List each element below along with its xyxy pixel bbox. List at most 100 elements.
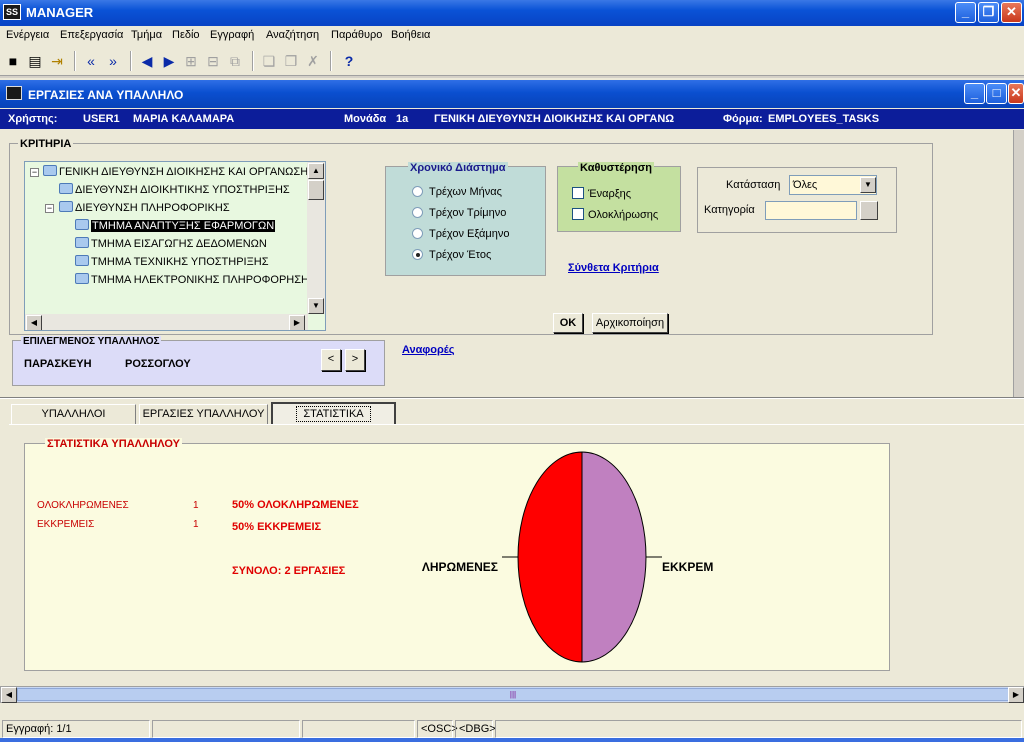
folder-icon — [59, 183, 73, 194]
menu-field[interactable]: Πεδίο — [172, 29, 200, 41]
next-employee-button[interactable]: > — [345, 349, 365, 371]
radio-icon[interactable] — [412, 186, 423, 197]
previous-icon[interactable]: ◀ — [138, 52, 156, 70]
form-label: Φόρμα: — [723, 113, 763, 125]
pie-label: ΛΗΡΩΜΕΝΕΣ — [422, 560, 498, 574]
insert-record-icon: ⊞ — [185, 53, 197, 69]
save-icon[interactable]: ■ — [4, 52, 22, 70]
status-select[interactable]: Όλες ▼ — [789, 175, 877, 195]
checkbox-icon[interactable] — [572, 208, 584, 220]
reset-button[interactable]: Αρχικοποίηση — [592, 313, 668, 333]
form-icon — [6, 86, 22, 100]
status-cell — [152, 720, 300, 738]
scroll-right-icon[interactable]: ▶ — [289, 315, 305, 330]
pie-slice — [581, 451, 647, 663]
scroll-up-icon[interactable]: ▲ — [308, 163, 324, 179]
tab-employee-tasks[interactable]: ΕΡΓΑΣΙΕΣ ΥΠΑΛΛΗΛΟΥ — [139, 404, 268, 424]
dbg-indicator: <DBG> — [455, 720, 496, 738]
status-cell — [495, 720, 1022, 738]
first-record-icon[interactable]: « — [82, 52, 100, 70]
form-vscrollbar[interactable] — [1013, 130, 1024, 398]
form-hscrollbar[interactable]: ◀ ||| ▶ — [0, 686, 1024, 703]
radio-icon[interactable] — [412, 207, 423, 218]
pending-count: 1 — [193, 519, 199, 530]
pending-percent: 50% ΕΚΚΡΕΜΕΙΣ — [232, 521, 322, 533]
paste-icon: ❐ — [284, 53, 298, 69]
tree-item-selected[interactable]: ΤΜΗΜΑ ΑΝΑΠΤΥΞΗΣ ΕΦΑΡΜΟΓΩΝ — [75, 218, 276, 234]
radio-icon[interactable] — [412, 228, 423, 239]
tree-item[interactable]: ΓΕΝΙΚΗ ΔΙΕΥΘΥΝΣΗ ΔΙΟΙΚΗΣΗΣ ΚΑΙ ΟΡΓΑΝΩΣΗΣ — [43, 164, 315, 180]
ok-button[interactable]: OK — [553, 313, 583, 333]
form-minimize-icon[interactable]: _ — [964, 83, 985, 104]
last-record-icon[interactable]: » — [104, 52, 122, 70]
folder-icon — [75, 237, 89, 248]
collapse-icon[interactable]: − — [30, 168, 39, 177]
previous-employee-button[interactable]: < — [321, 349, 341, 371]
unit-label: Μονάδα — [344, 113, 387, 125]
collapse-icon[interactable]: − — [45, 204, 54, 213]
tree-item[interactable]: ΤΜΗΜΑ ΗΛΕΚΤΡΟΝΙΚΗΣ ΠΛΗΡΟΦΟΡΗΣΗΣ — [75, 272, 316, 288]
menu-window[interactable]: Παράθυρο — [331, 29, 382, 41]
copy-icon: ❏ — [262, 53, 276, 69]
scroll-thumb[interactable] — [308, 180, 324, 200]
folder-icon — [75, 219, 89, 230]
period-option[interactable]: Τρέχον Τρίμηνο — [412, 207, 506, 219]
toolbar-separator — [252, 51, 254, 71]
folder-icon — [43, 165, 57, 176]
next-icon[interactable]: ▶ — [160, 52, 178, 70]
stats-title: ΣΤΑΤΙΣΤΙΚΑ ΥΠΑΛΛΗΛΟΥ — [45, 438, 182, 450]
form-maximize-icon[interactable]: □ — [986, 83, 1007, 104]
period-option[interactable]: Τρέχων Μήνας — [412, 186, 502, 198]
category-label: Κατηγορία — [704, 204, 755, 216]
delete-record-icon: ⊟ — [207, 53, 219, 69]
period-option-selected[interactable]: Τρέχον Έτος — [412, 249, 491, 261]
tree-item[interactable]: ΤΜΗΜΑ ΕΙΣΑΓΩΓΗΣ ΔΕΔΟΜΕΝΩΝ — [75, 236, 267, 252]
delay-start-option[interactable]: Έναρξης — [572, 187, 631, 200]
menu-help[interactable]: Βοήθεια — [391, 29, 430, 41]
tab-employees[interactable]: ΥΠΑΛΛΗΛΟΙ — [11, 404, 136, 424]
user-name: ΜΑΡΙΑ ΚΑΛΑΜΑΡΑ — [133, 113, 235, 125]
toolbar-separator — [330, 51, 332, 71]
organization-tree[interactable]: − ΓΕΝΙΚΗ ΔΙΕΥΘΥΝΣΗ ΔΙΟΙΚΗΣΗΣ ΚΑΙ ΟΡΓΑΝΩΣ… — [24, 161, 326, 331]
menu-edit[interactable]: Επεξεργασία — [60, 29, 123, 41]
scroll-right-icon[interactable]: ▶ — [1008, 687, 1024, 703]
tab-statistics[interactable]: ΣΤΑΤΙΣΤΙΚΑ — [271, 402, 396, 426]
radio-selected-icon[interactable] — [412, 249, 423, 260]
completed-count: 1 — [193, 500, 199, 511]
minimize-icon[interactable]: _ — [955, 2, 976, 23]
tree-hscrollbar[interactable] — [25, 314, 308, 330]
menu-action[interactable]: Ενέργεια — [6, 29, 49, 41]
delay-complete-option[interactable]: Ολοκλήρωσης — [572, 208, 658, 221]
print-icon[interactable]: ▤ — [26, 52, 44, 70]
tree-item[interactable]: ΔΙΕΥΘΥΝΣΗ ΠΛΗΡΟΦΟΡΙΚΗΣ — [59, 200, 230, 216]
close-icon[interactable]: ✕ — [1001, 2, 1022, 23]
delay-title: Καθυστέρηση — [578, 162, 654, 174]
composite-criteria-link[interactable]: Σύνθετα Κριτήρια — [568, 262, 659, 274]
category-lookup-button[interactable] — [860, 201, 878, 220]
menu-record[interactable]: Εγγραφή — [210, 29, 254, 41]
exit-icon[interactable]: ⇥ — [48, 52, 66, 70]
delay-group: Καθυστέρηση Έναρξης Ολοκλήρωσης — [557, 162, 681, 232]
app-title-bar: SS MANAGER _ ❐ ✕ — [0, 0, 1024, 26]
menu-search[interactable]: Αναζήτηση — [266, 29, 319, 41]
clear-icon: ✗ — [307, 53, 319, 69]
reports-link[interactable]: Αναφορές — [402, 344, 455, 356]
scroll-thumb[interactable]: ||| — [17, 688, 1009, 701]
checkbox-icon[interactable] — [572, 187, 584, 199]
period-option[interactable]: Τρέχον Εξάμηνο — [412, 228, 509, 240]
scroll-left-icon[interactable]: ◀ — [26, 315, 42, 330]
splitter[interactable] — [0, 397, 1024, 399]
form-close-icon[interactable]: ✕ — [1008, 83, 1024, 104]
tree-item[interactable]: ΤΜΗΜΑ ΤΕΧΝΙΚΗΣ ΥΠΟΣΤΗΡΙΞΗΣ — [75, 254, 269, 270]
menu-section[interactable]: Τμήμα — [131, 29, 162, 41]
tree-item[interactable]: ΔΙΕΥΘΥΝΣΗ ΔΙΟΙΚΗΤΙΚΗΣ ΥΠΟΣΤΗΡΙΞΗΣ — [59, 182, 290, 198]
help-icon[interactable]: ? — [340, 52, 358, 70]
category-input[interactable] — [765, 201, 857, 220]
chevron-down-icon[interactable]: ▼ — [860, 177, 876, 193]
restore-icon[interactable]: ❐ — [978, 2, 999, 23]
scroll-down-icon[interactable]: ▼ — [308, 298, 324, 314]
osc-indicator: <OSC> — [417, 720, 458, 738]
scroll-left-icon[interactable]: ◀ — [1, 687, 17, 703]
record-indicator: Εγγραφή: 1/1 — [2, 720, 150, 738]
pending-label: ΕΚΚΡΕΜΕΙΣ — [37, 519, 95, 530]
